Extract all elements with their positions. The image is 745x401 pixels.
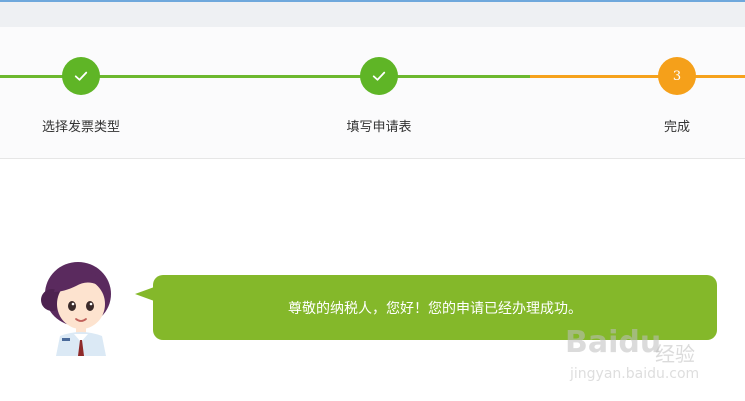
watermark-jingyan: 经验 [655, 342, 695, 366]
progress-steps: 选择发票类型 填写申请表 3 完成 [0, 27, 745, 159]
step-label: 填写申请表 [346, 120, 412, 135]
watermark-logo: Baidu [565, 325, 662, 360]
top-accent-line [0, 0, 745, 2]
success-message: 尊敬的纳税人，您好！您的申请已经办理成功。 [288, 300, 582, 317]
progress-line-current [530, 75, 745, 78]
step-label: 选择发票类型 [41, 120, 120, 135]
step-label: 完成 [663, 120, 690, 135]
top-bar [0, 0, 745, 27]
check-icon [62, 57, 100, 95]
step-number-badge: 3 [658, 57, 696, 95]
check-icon [360, 57, 398, 95]
tax-officer-mascot-icon [41, 262, 111, 356]
watermark-url: jingyan.baidu.com [570, 366, 700, 382]
